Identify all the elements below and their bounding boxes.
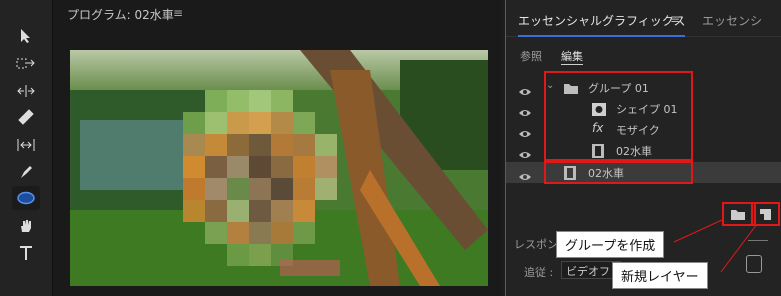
eye-icon[interactable] <box>518 167 532 186</box>
layer-label: モザイク <box>616 124 660 137</box>
pen-tool-icon[interactable] <box>12 160 40 184</box>
ellipse-tool-icon[interactable] <box>12 186 40 210</box>
tools-panel <box>0 0 53 296</box>
ripple-edit-tool-icon[interactable] <box>12 79 40 103</box>
hamburger-icon[interactable]: ≡ <box>173 6 183 20</box>
video-preview[interactable] <box>70 50 488 286</box>
fx-icon: fx <box>592 121 604 135</box>
shape-icon <box>592 101 606 120</box>
slip-tool-icon[interactable] <box>12 133 40 157</box>
razor-tool-icon[interactable] <box>12 105 40 129</box>
film-icon <box>564 165 576 184</box>
layer-label: グループ 01 <box>588 82 649 95</box>
layer-fx[interactable]: fx モザイク <box>506 119 781 140</box>
layer-clip[interactable]: 02水車 <box>506 140 781 161</box>
selection-tool-icon[interactable] <box>12 24 40 48</box>
layer-label: シェイプ 01 <box>616 103 678 116</box>
subtab-browse[interactable]: 参照 <box>520 48 542 64</box>
responsive-label: レスポン <box>514 238 558 251</box>
chevron-down-icon[interactable]: ⌄ <box>546 80 554 91</box>
track-select-tool-icon[interactable] <box>12 52 40 76</box>
tab-essential-graphics[interactable]: エッセンシャルグラフィックス <box>518 12 686 37</box>
tab-essential-sound[interactable]: エッセンシ <box>702 12 762 29</box>
follow-label: 追従 : <box>524 266 554 279</box>
program-monitor: プログラム: 02水車 ≡ <box>53 0 502 296</box>
subtab-edit[interactable]: 編集 <box>561 48 583 65</box>
hamburger-icon[interactable]: ≡ <box>670 12 680 26</box>
callout-new-layer: 新規レイヤー <box>612 262 708 289</box>
panel-tab-bar: エッセンシャルグラフィックス ≡ エッセンシ <box>506 0 781 37</box>
layer-label: 02水車 <box>588 167 624 180</box>
layer-group[interactable]: ⌄ グループ 01 <box>506 77 781 98</box>
program-monitor-title: プログラム: 02水車 <box>67 8 174 22</box>
callout-connector <box>720 223 758 273</box>
folder-icon <box>563 80 579 99</box>
type-tool-icon[interactable] <box>12 241 40 265</box>
layer-clip-selected[interactable]: 02水車 <box>506 162 781 183</box>
layer-shape[interactable]: シェイプ 01 <box>506 98 781 119</box>
hand-tool-icon[interactable] <box>12 214 40 238</box>
callout-create-group: グループを作成 <box>556 231 665 258</box>
film-icon <box>592 143 604 162</box>
layer-label: 02水車 <box>616 145 652 158</box>
